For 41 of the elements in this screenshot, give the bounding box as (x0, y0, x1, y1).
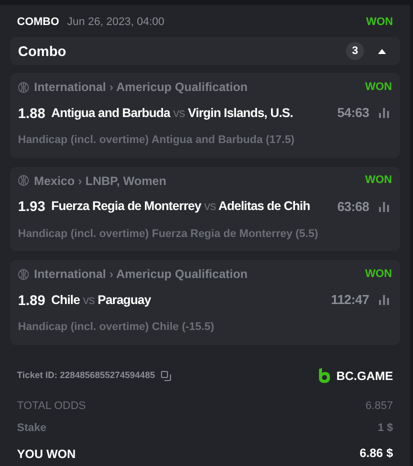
market-text: Handicap (incl. overtime) Antigua and Barbuda (17.5) (18, 133, 296, 148)
match-score: 63:68 (336, 198, 369, 216)
logo-icon (318, 368, 332, 384)
match-status: WON (365, 173, 392, 188)
ticket-id: Ticket ID: 2284856855274594485 (17, 368, 155, 382)
basketball-icon (18, 175, 29, 186)
bet-type: COMBO (17, 14, 60, 30)
odds-value: 1.88 (18, 104, 46, 122)
bet-status: WON (366, 14, 393, 30)
stats-icon[interactable] (379, 202, 389, 212)
match-score: 54:63 (336, 104, 369, 122)
league-name: Mexico › LNBP, Women (34, 172, 166, 190)
league-name: International › Americup Qualification (34, 266, 248, 283)
match-teams: Antigua and Barbuda vs Virgin Islands, U.S. (51, 104, 293, 122)
match-status: WON (365, 80, 392, 95)
summary-label: Stake (17, 421, 46, 436)
summary-label: TOTAL ODDS (17, 398, 86, 414)
count-badge: 3 (346, 42, 364, 60)
basketball-icon (18, 268, 29, 280)
match-score: 112:47 (330, 291, 369, 310)
match-teams: Chile vs Paraguay (51, 292, 151, 309)
match-teams: Fuerza Regia de Monterrey vs Adelitas de Chih (51, 198, 310, 216)
stats-icon[interactable] (379, 108, 389, 118)
caret-icon[interactable] (378, 48, 386, 54)
summary-value: 6.86 $ (360, 444, 393, 462)
summary-value: 1 $ (378, 421, 393, 436)
market-text: Handicap (incl. overtime) Chile (-15.5) (18, 320, 216, 335)
odds-value: 1.93 (18, 197, 46, 216)
summary-label: YOU WON (17, 446, 76, 462)
copy-icon[interactable] (160, 370, 171, 380)
odds-value: 1.89 (18, 290, 46, 310)
combo-header[interactable]: Combo 3 (10, 37, 400, 65)
basketball-icon (18, 82, 29, 92)
combo-title: Combo (18, 42, 66, 60)
brand-name: BC.GAME (336, 368, 393, 384)
market-text: Handicap (incl. overtime) Fuerza Regia de Monterrey (5.5) (18, 226, 320, 242)
league-name: International › Americup Qualification (34, 79, 248, 96)
stats-icon[interactable] (379, 295, 389, 305)
bet-date: Jun 26, 2023, 04:00 (67, 14, 164, 30)
summary-value: 6.857 (365, 398, 393, 414)
match-status: WON (365, 266, 392, 282)
